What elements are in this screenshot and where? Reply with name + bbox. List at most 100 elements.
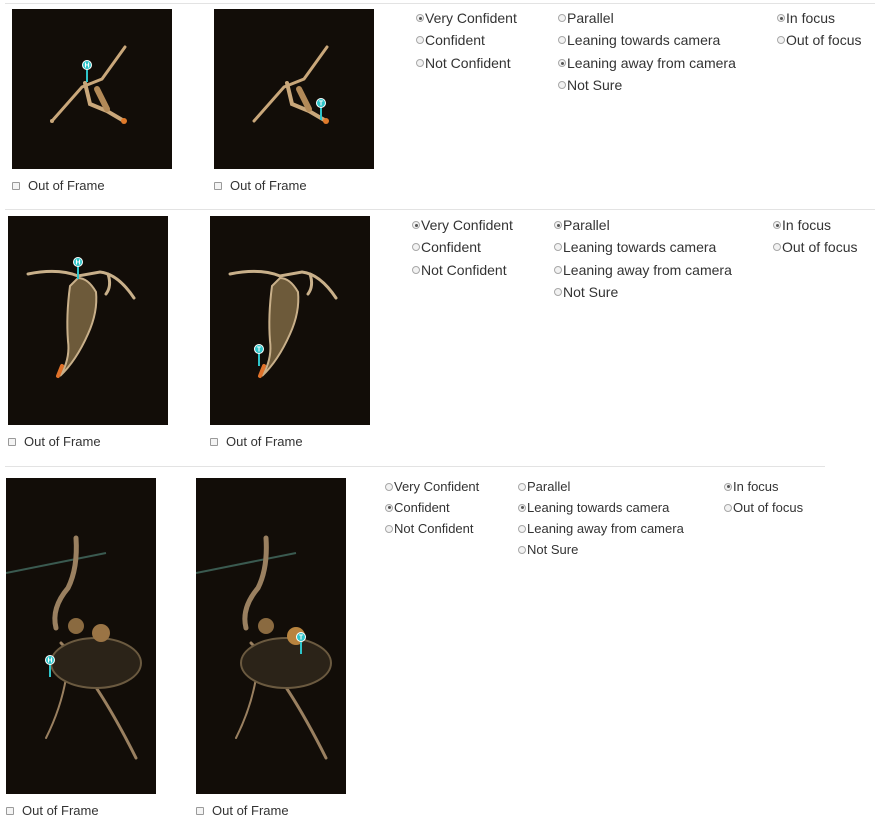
focus-radio[interactable]: Out of focus [777,32,861,48]
out-of-frame-label: Out of Frame [226,434,303,449]
radio-icon[interactable] [518,503,526,512]
out-of-frame-label: Out of Frame [28,178,105,193]
radio-icon[interactable] [777,36,785,44]
orientation-radio[interactable]: Leaning away from camera [518,521,684,536]
radio-icon[interactable] [554,221,562,229]
confidence-radio[interactable]: Very Confident [385,479,479,494]
out-of-frame-checkbox[interactable]: Out of Frame [12,178,105,193]
orientation-radio[interactable]: Not Sure [518,542,578,557]
head-marker-icon[interactable]: H [45,655,55,679]
confidence-radio[interactable]: Confident [412,239,481,255]
specimen-image-head[interactable]: H [8,216,168,425]
focus-radio[interactable]: Out of focus [773,239,857,255]
confidence-radio[interactable]: Not Confident [412,262,507,278]
marker-label: T [299,635,304,642]
confidence-radio[interactable]: Not Confident [416,55,511,71]
orientation-radio[interactable]: Leaning towards camera [518,500,669,515]
radio-icon[interactable] [773,243,781,251]
radio-label: Not Confident [421,262,507,278]
out-of-frame-checkbox[interactable]: Out of Frame [214,178,307,193]
orientation-radio[interactable]: Parallel [558,10,614,26]
radio-label: Leaning towards camera [563,239,717,255]
radio-icon[interactable] [518,524,526,533]
checkbox-icon[interactable] [196,806,204,815]
row-separator [5,466,825,467]
radio-icon[interactable] [412,266,420,274]
radio-icon[interactable] [558,59,566,67]
orientation-radio[interactable]: Not Sure [558,77,622,93]
radio-icon[interactable] [724,482,732,491]
focus-radio[interactable]: Out of focus [724,500,803,515]
radio-label: Not Confident [394,521,474,536]
radio-icon[interactable] [518,545,526,554]
out-of-frame-label: Out of Frame [212,803,289,818]
out-of-frame-checkbox[interactable]: Out of Frame [8,434,101,449]
orientation-radio[interactable]: Leaning towards camera [554,239,716,255]
focus-radio[interactable]: In focus [777,10,835,26]
checkbox-icon[interactable] [214,181,222,190]
radio-label: Very Confident [394,479,480,494]
specimen-image-head[interactable]: H [6,478,156,794]
orientation-radio[interactable]: Leaning towards camera [558,32,720,48]
orientation-radio[interactable]: Parallel [518,479,570,494]
orientation-radio[interactable]: Leaning away from camera [554,262,732,278]
radio-label: Very Confident [421,217,513,233]
radio-icon[interactable] [416,14,424,22]
confidence-radio[interactable]: Confident [385,500,450,515]
orientation-radio[interactable]: Leaning away from camera [558,55,736,71]
radio-label: Not Sure [527,542,579,557]
radio-icon[interactable] [554,243,562,251]
radio-icon[interactable] [777,14,785,22]
radio-icon[interactable] [416,36,424,44]
checkbox-icon[interactable] [8,437,16,446]
head-marker-icon[interactable]: H [73,257,83,281]
radio-label: Leaning towards camera [567,32,721,48]
tail-marker-icon[interactable]: T [254,344,264,368]
out-of-frame-label: Out of Frame [24,434,101,449]
radio-icon[interactable] [412,221,420,229]
radio-label: In focus [782,217,832,233]
specimen-image-head[interactable]: H [12,9,172,169]
radio-icon[interactable] [558,14,566,22]
tail-marker-icon[interactable]: T [316,98,326,122]
focus-radio[interactable]: In focus [724,479,779,494]
specimen-image-tail[interactable]: T [210,216,370,425]
radio-icon[interactable] [558,36,566,44]
radio-icon[interactable] [724,503,732,512]
radio-label: Parallel [567,10,614,26]
radio-label: Leaning away from camera [567,55,736,71]
radio-icon[interactable] [518,482,526,491]
confidence-radio[interactable]: Very Confident [416,10,517,26]
confidence-radio[interactable]: Not Confident [385,521,474,536]
radio-icon[interactable] [558,81,566,89]
out-of-frame-checkbox[interactable]: Out of Frame [210,434,303,449]
radio-icon[interactable] [773,221,781,229]
radio-label: Confident [425,32,485,48]
radio-icon[interactable] [385,503,393,512]
marker-label: H [75,260,80,267]
focus-radio[interactable]: In focus [773,217,831,233]
radio-label: Parallel [527,479,571,494]
radio-icon[interactable] [385,524,393,533]
out-of-frame-checkbox[interactable]: Out of Frame [196,803,289,818]
orientation-radio[interactable]: Not Sure [554,284,618,300]
specimen-image-tail[interactable]: T [196,478,346,794]
radio-icon[interactable] [385,482,393,491]
radio-label: Leaning away from camera [563,262,732,278]
radio-icon[interactable] [416,59,424,67]
checkbox-icon[interactable] [6,806,14,815]
marker-label: H [47,658,52,665]
tail-marker-icon[interactable]: T [296,632,306,656]
radio-icon[interactable] [554,288,562,296]
checkbox-icon[interactable] [12,181,20,190]
radio-icon[interactable] [554,266,562,274]
orientation-radio[interactable]: Parallel [554,217,610,233]
radio-icon[interactable] [412,243,420,251]
radio-label: Out of focus [786,32,862,48]
confidence-radio[interactable]: Confident [416,32,485,48]
head-marker-icon[interactable]: H [82,60,92,84]
out-of-frame-checkbox[interactable]: Out of Frame [6,803,99,818]
confidence-radio[interactable]: Very Confident [412,217,513,233]
specimen-image-tail[interactable]: T [214,9,374,169]
checkbox-icon[interactable] [210,437,218,446]
